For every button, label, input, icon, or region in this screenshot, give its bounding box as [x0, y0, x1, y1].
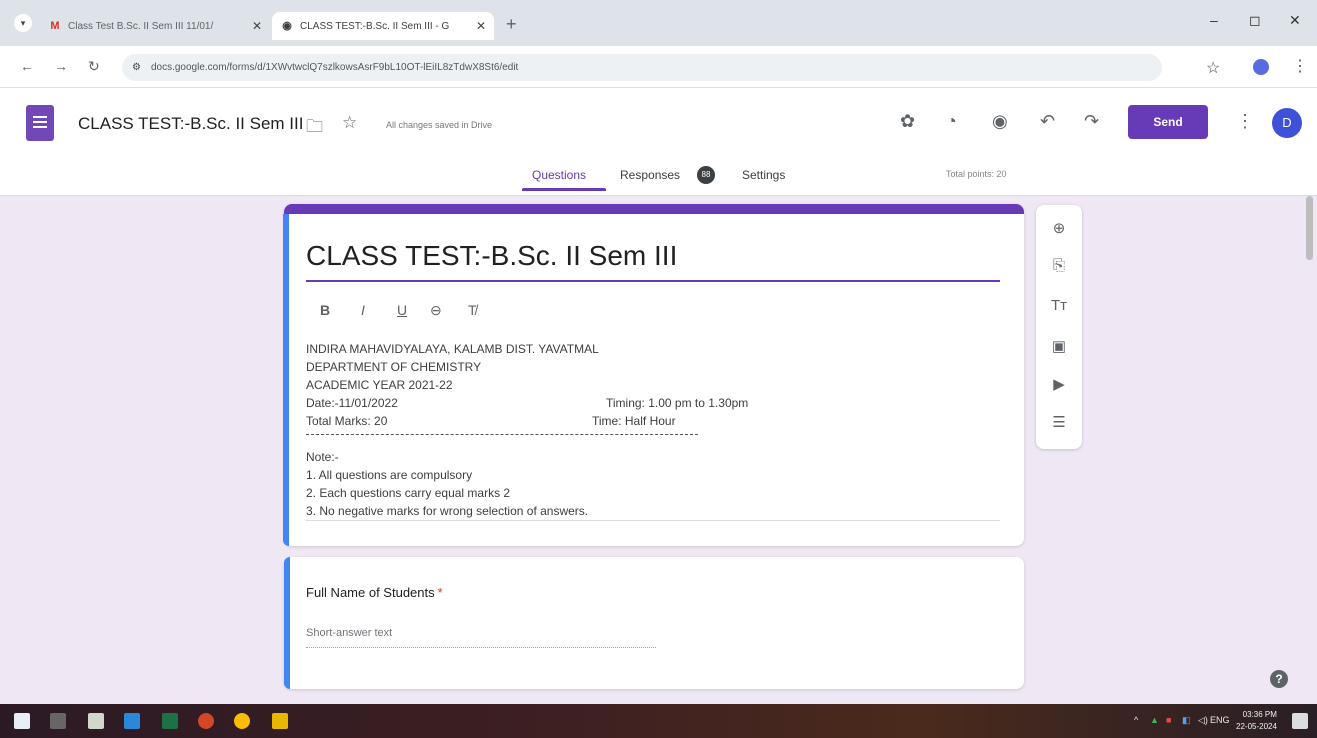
short-answer-field[interactable]: Short-answer text	[306, 627, 656, 648]
browser-toolbar: ← → ↻ ⚙ docs.google.com/forms/d/1XWvtwcl…	[0, 46, 1317, 88]
start-icon[interactable]	[14, 713, 30, 729]
total-points: Total points: 20	[946, 169, 1007, 179]
bold-button[interactable]: B	[320, 302, 330, 318]
reload-icon[interactable]: ↻	[88, 58, 100, 75]
question-title[interactable]: Full Name of Students *	[306, 585, 443, 600]
send-button[interactable]: Send	[1128, 105, 1208, 139]
preview-eye-icon[interactable]: ◉	[992, 111, 1008, 132]
title-underline	[306, 280, 1000, 282]
question-card[interactable]: Full Name of Students * Short-answer text	[284, 557, 1024, 689]
browser-menu-icon[interactable]: ⋮	[1292, 56, 1308, 76]
add-section-icon[interactable]: ☰	[1036, 413, 1082, 431]
taskbar-clock[interactable]: 03:36 PM 22-05-2024	[1236, 709, 1277, 733]
gmail-icon: M	[50, 20, 60, 32]
minimize-icon[interactable]: –	[1210, 12, 1218, 28]
active-tab-indicator	[522, 188, 606, 191]
tray-volume-icon[interactable]: ◁)	[1198, 715, 1208, 726]
form-title[interactable]: CLASS TEST:-B.Sc. II Sem III	[306, 240, 677, 272]
tab-questions[interactable]: Questions	[532, 168, 586, 182]
language-indicator[interactable]: ENG	[1210, 715, 1230, 725]
windows-taskbar: ^ ▲ ■ ◧ ◁) ENG 03:36 PM 22-05-2024	[0, 704, 1317, 738]
site-info-icon[interactable]: ⚙	[132, 62, 141, 73]
description-underline	[306, 520, 1000, 521]
form-title-card[interactable]: CLASS TEST:-B.Sc. II Sem III B I U ⊖ T̸ …	[283, 204, 1024, 546]
save-status: All changes saved in Drive	[386, 120, 493, 130]
browser-tab-forms[interactable]: ◉ CLASS TEST:-B.Sc. II Sem III - G ✕	[272, 12, 494, 40]
description-date: Date:-11/01/2022	[306, 396, 398, 410]
excel-icon[interactable]	[162, 713, 178, 729]
note-item: 3. No negative marks for wrong selection…	[306, 504, 589, 518]
description-note: Note:-	[306, 450, 339, 464]
chrome-icon: ◉	[282, 20, 292, 32]
tab-title: Class Test B.Sc. II Sem III 11/01/	[68, 20, 214, 32]
tab-settings[interactable]: Settings	[742, 168, 785, 182]
description-timing: Timing: 1.00 pm to 1.30pm	[606, 396, 749, 410]
forms-logo-icon[interactable]	[26, 105, 54, 141]
url-text: docs.google.com/forms/d/1XWvtwclQ7szlkow…	[150, 62, 519, 73]
file-explorer-icon[interactable]	[272, 713, 288, 729]
link-icon[interactable]: ⊖	[430, 302, 442, 319]
forward-icon[interactable]: →	[54, 58, 68, 74]
question-tool-panel: ⊕ ⎘ Tт ▣ ▶ ☰	[1036, 205, 1082, 449]
tray-chevron-icon[interactable]: ^	[1134, 715, 1138, 725]
window-close-icon[interactable]: ✕	[1289, 12, 1301, 29]
notifications-icon[interactable]	[1292, 713, 1308, 729]
back-icon[interactable]: ←	[20, 58, 34, 74]
description-line: DEPARTMENT OF CHEMISTRY	[306, 360, 482, 374]
import-questions-icon[interactable]: ⎘	[1036, 257, 1082, 274]
task-view-icon[interactable]	[50, 713, 66, 729]
description-time: Time: Half Hour	[592, 414, 676, 428]
responses-count-badge: 88	[697, 166, 715, 184]
document-title[interactable]: CLASS TEST:-B.Sc. II Sem III	[78, 114, 303, 134]
clear-formatting-icon[interactable]: T̸	[468, 302, 477, 318]
folder-icon[interactable]: 🗀	[306, 114, 323, 143]
description-total-marks: Total Marks: 20	[306, 414, 388, 428]
tray-app-icon[interactable]: ▲	[1150, 715, 1159, 725]
tray-network-icon[interactable]: ◧	[1182, 715, 1191, 726]
browser-tab-strip: ▾ M Class Test B.Sc. II Sem III 11/01/ ✕…	[0, 0, 1317, 46]
palette-icon[interactable]: ◔	[946, 111, 957, 132]
maximize-icon[interactable]: ◻	[1249, 12, 1261, 29]
new-tab-icon[interactable]: +	[506, 15, 517, 33]
add-video-icon[interactable]: ▶	[1036, 375, 1082, 393]
description-separator	[306, 434, 698, 435]
question-label: Full Name of Students	[306, 585, 435, 600]
chrome-taskbar-icon[interactable]	[234, 713, 250, 729]
star-icon[interactable]: ☆	[342, 113, 357, 133]
tray-antivirus-icon[interactable]: ■	[1166, 715, 1171, 725]
tab-responses[interactable]: Responses	[620, 168, 680, 182]
required-asterisk: *	[437, 585, 443, 600]
browser-profile-icon[interactable]	[1253, 59, 1269, 75]
add-question-icon[interactable]: ⊕	[1036, 219, 1082, 237]
note-item: 1. All questions are compulsory	[306, 468, 473, 482]
bookmark-star-icon[interactable]: ☆	[1206, 58, 1220, 78]
calculator-icon[interactable]	[88, 713, 104, 729]
browser-tab-gmail[interactable]: M Class Test B.Sc. II Sem III 11/01/ ✕	[40, 12, 270, 40]
clock-date: 22-05-2024	[1236, 722, 1277, 731]
add-title-icon[interactable]: Tт	[1036, 297, 1082, 314]
close-tab-icon[interactable]: ✕	[476, 19, 486, 33]
description-line: ACADEMIC YEAR 2021-22	[306, 378, 453, 392]
underline-button[interactable]: U	[397, 302, 407, 318]
close-tab-icon[interactable]: ✕	[252, 19, 262, 33]
scrollbar-thumb[interactable]	[1306, 196, 1313, 260]
address-bar[interactable]: ⚙ docs.google.com/forms/d/1XWvtwclQ7szlk…	[122, 54, 1162, 81]
redo-icon[interactable]: ↷	[1084, 111, 1099, 132]
help-icon[interactable]: ?	[1270, 670, 1288, 688]
description-line: INDIRA MAHAVIDYALAYA, KALAMB DIST. YAVAT…	[306, 342, 599, 356]
add-image-icon[interactable]: ▣	[1036, 337, 1082, 355]
addons-icon[interactable]: ✿	[900, 111, 915, 132]
tab-search-icon[interactable]: ▾	[14, 14, 32, 32]
forms-header: CLASS TEST:-B.Sc. II Sem III 🗀 ☆ All cha…	[0, 88, 1317, 196]
italic-button[interactable]: I	[361, 302, 365, 318]
clock-time: 03:36 PM	[1242, 710, 1277, 719]
avatar[interactable]: D	[1272, 108, 1302, 138]
note-item: 2. Each questions carry equal marks 2	[306, 486, 511, 500]
outlook-icon[interactable]	[124, 713, 140, 729]
powerpoint-icon[interactable]	[198, 713, 214, 729]
tab-title: CLASS TEST:-B.Sc. II Sem III - G	[300, 20, 450, 32]
undo-icon[interactable]: ↶	[1040, 111, 1055, 132]
more-options-icon[interactable]: ⋮	[1236, 111, 1254, 132]
